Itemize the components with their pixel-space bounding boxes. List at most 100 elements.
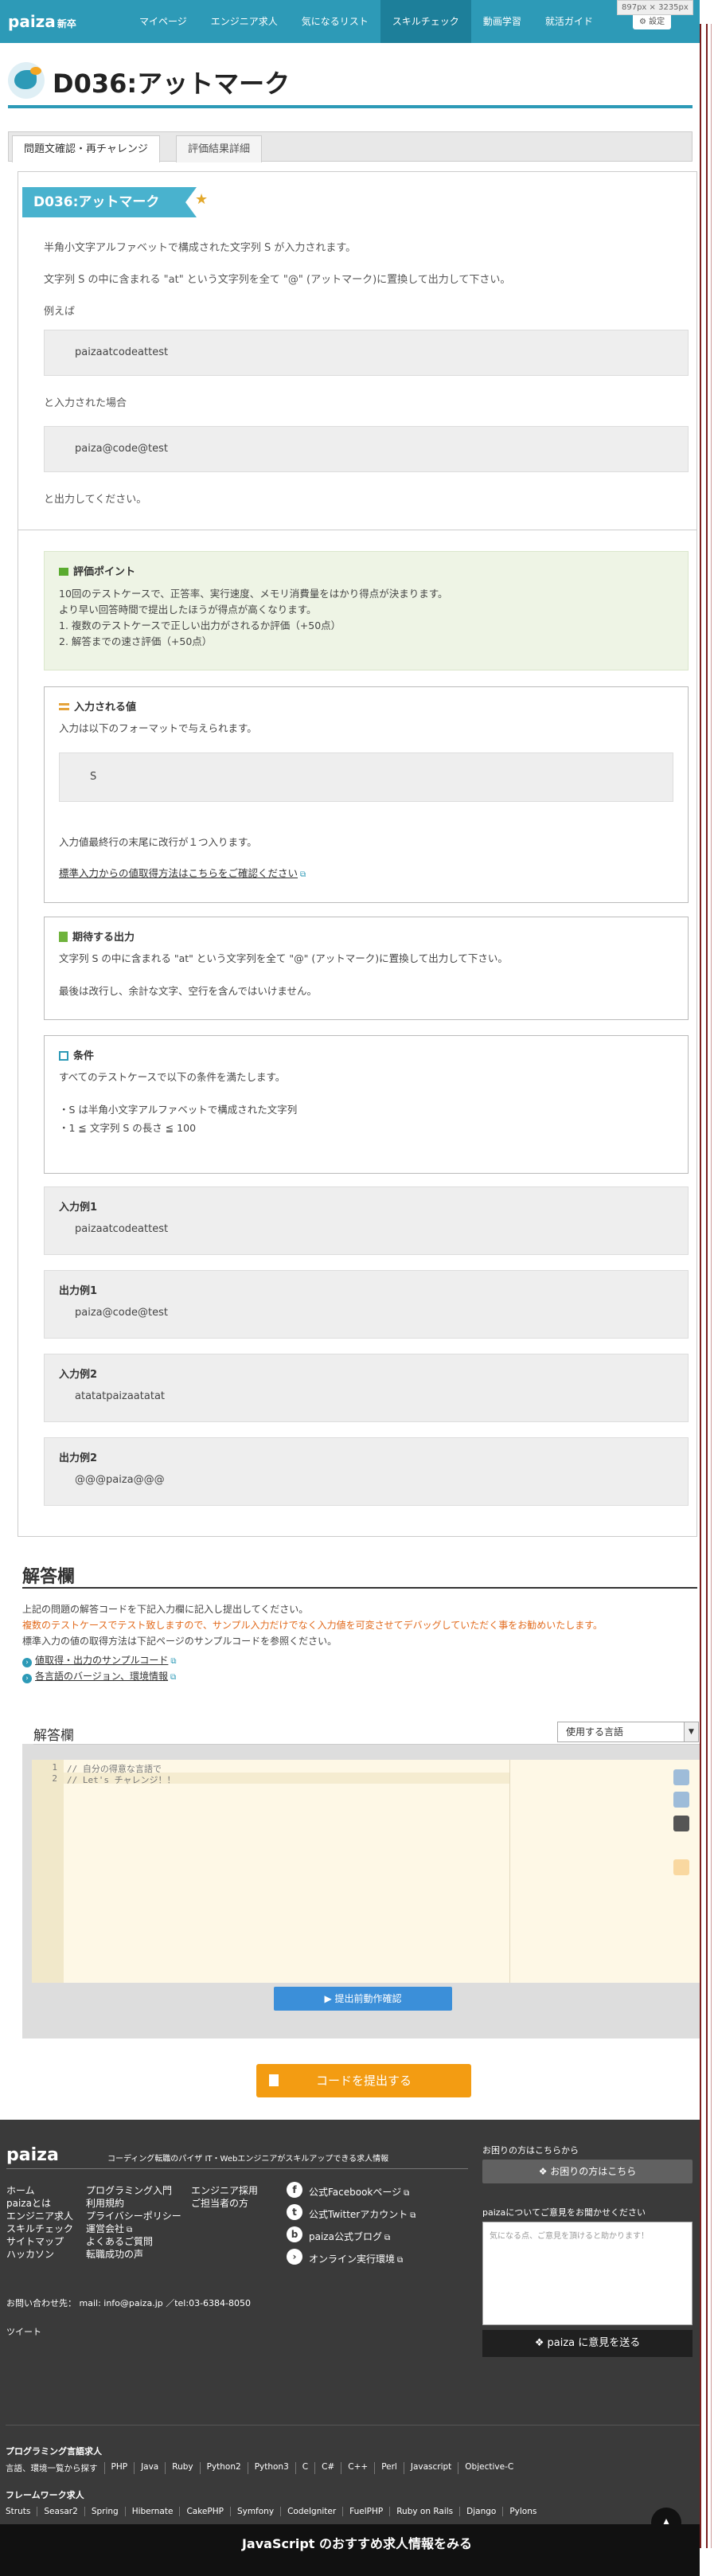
framework-link[interactable]: CakePHP	[179, 2507, 230, 2516]
footer-link-faq[interactable]: よくあるご質問	[86, 2234, 153, 2248]
input-method-link[interactable]: 標準入力からの値取得方法はこちらをご確認ください ⧉	[59, 865, 673, 880]
scrollbar-track[interactable]	[700, 24, 701, 2548]
footer-contact: お問い合わせ先： mail: info@paiza.jp ／tel:03-638…	[6, 2298, 251, 2308]
language-select[interactable]: 使用する言語 ▼	[557, 1722, 699, 1742]
framework-link[interactable]: FuelPHP	[342, 2507, 389, 2516]
zoom-in-icon[interactable]	[673, 1769, 689, 1785]
star-icon[interactable]: ★	[195, 191, 208, 208]
footer-link-recruit-contact[interactable]: ご担当者の方	[191, 2196, 248, 2210]
js-jobs-banner[interactable]: JavaScript のおすすめ求人情報をみる	[0, 2524, 714, 2576]
editor-divider	[33, 1744, 700, 1745]
nav-item-jobs[interactable]: エンジニア求人	[199, 0, 290, 43]
footer-link-skillcheck[interactable]: スキルチェック	[6, 2222, 73, 2235]
lang-link[interactable]: Perl	[374, 2462, 404, 2474]
lang-link[interactable]: Objective-C	[458, 2462, 520, 2474]
footer-link-sitemap[interactable]: サイトマップ	[6, 2234, 64, 2248]
lang-link[interactable]: Javascript	[403, 2462, 458, 2474]
footer-link-intro[interactable]: プログラミング入門	[86, 2183, 172, 2197]
footer-link-success[interactable]: 転職成功の声	[86, 2247, 143, 2261]
framework-link[interactable]: Symfony	[229, 2507, 280, 2516]
footer-link-terms[interactable]: 利用規約	[86, 2196, 124, 2210]
blog-icon: b	[287, 2226, 302, 2242]
code-editor[interactable]	[64, 1760, 700, 1983]
lang-link[interactable]: Java	[134, 2462, 165, 2474]
lang-version-link[interactable]: › 各言語のバージョン、環境情報 ⧉	[22, 1669, 176, 1683]
lang-link[interactable]: C	[295, 2462, 314, 2474]
send-feedback-button[interactable]: ❖ paiza に意見を送る	[482, 2330, 693, 2357]
nav-item-watchlist[interactable]: 気になるリスト	[290, 0, 380, 43]
nav-item-skillcheck[interactable]: スキルチェック	[380, 0, 471, 43]
tab-bar: 問題文確認・再チャレンジ 評価結果詳細	[8, 131, 693, 162]
lang-link[interactable]: Python3	[247, 2462, 295, 2474]
cond-title: 条件	[59, 1047, 673, 1062]
line-number: 1	[52, 1762, 57, 1773]
list-icon	[59, 703, 69, 710]
nav-item-mypage[interactable]: マイページ	[127, 0, 199, 43]
footer-link-privacy[interactable]: プライバシーポリシー	[86, 2209, 181, 2222]
framework-link[interactable]: Pylons	[502, 2507, 543, 2516]
lang-link[interactable]: Ruby	[165, 2462, 199, 2474]
framework-jobs-row: Struts Seasar2 Spring Hibernate CakePHP …	[6, 2507, 543, 2516]
framework-link[interactable]: Ruby on Rails	[389, 2507, 459, 2516]
footer-link-hackathon[interactable]: ハッカソン	[6, 2247, 54, 2261]
tab-eval-detail[interactable]: 評価結果詳細	[176, 135, 263, 162]
scrollbar-track[interactable]	[706, 24, 708, 2548]
footer-tagline: コーディング転職のパイザ IT・Webエンジニアがスキルアップできる求人情報	[107, 2155, 389, 2164]
framework-link[interactable]: Hibernate	[124, 2507, 180, 2516]
twitter-icon: t	[287, 2204, 302, 2220]
framework-link[interactable]: CodeIgniter	[280, 2507, 342, 2516]
input-format-box: S	[59, 752, 673, 802]
answer-text-3: 標準入力の値の取得方法は下記ページのサンプルコードを参照ください。	[22, 1636, 337, 1647]
help-button[interactable]: ❖ お困りの方はこちら	[482, 2160, 693, 2183]
input-note: 入力値最終行の末尾に改行が１つ入ります。	[59, 836, 257, 848]
flag-icon	[59, 568, 68, 576]
lang-link[interactable]: Python2	[199, 2462, 248, 2474]
eval-line: 10回のテストケースで、正答率、実行速度、メモリ消費量をはかり得点が決まります。	[59, 588, 448, 600]
framework-link[interactable]: Spring	[84, 2507, 125, 2516]
lang-link[interactable]: C++	[341, 2462, 374, 2474]
example-value: @@@paiza@@@	[75, 1474, 165, 1486]
blog-link[interactable]: paiza公式ブログ ⧉	[309, 2230, 390, 2243]
tab-problem[interactable]: 問題文確認・再チャレンジ	[12, 135, 160, 162]
lang-link[interactable]: PHP	[103, 2462, 135, 2474]
input-desc: 入力は以下のフォーマットで与えられます。	[59, 722, 257, 734]
submit-code-button[interactable]: コードを提出する	[256, 2064, 471, 2097]
footer-link-home[interactable]: ホーム	[6, 2183, 35, 2197]
print-margin	[509, 1760, 510, 1983]
run-test-button[interactable]: ▶ 提出前動作確認	[274, 1987, 452, 2011]
runtime-icon: ›	[287, 2249, 302, 2265]
paiza-logo[interactable]: paiza 新卒	[8, 12, 76, 31]
example-input-box: paizaatcodeattest	[44, 330, 689, 376]
lang-link[interactable]: C#	[314, 2462, 341, 2474]
framework-link[interactable]: Seasar2	[37, 2507, 84, 2516]
eval-line: 2. 解答までの速さ評価（+50点）	[59, 635, 213, 647]
example-value: paizaatcodeattest	[75, 1223, 169, 1235]
lang-link[interactable]: 言語、環境一覧から探す	[6, 2462, 104, 2474]
eval-title: 評価ポイント	[59, 563, 673, 578]
fullscreen-icon[interactable]	[673, 1859, 689, 1875]
footer-link-jobs[interactable]: エンジニア求人	[6, 2209, 73, 2222]
sample-code-link[interactable]: › 値取得・出力のサンプルコード ⧉	[22, 1653, 177, 1667]
footer-link-recruit[interactable]: エンジニア採用	[191, 2183, 258, 2197]
input-section: 入力される値 入力は以下のフォーマットで与えられます。 S 入力値最終行の末尾に…	[44, 686, 689, 903]
nav-item-guide[interactable]: 就活ガイド	[533, 0, 605, 43]
footer-link-company[interactable]: 運営会社 ⧉	[86, 2222, 132, 2235]
framework-link[interactable]: Django	[459, 2507, 502, 2516]
lang-jobs-title: プログラミング言語求人	[6, 2446, 102, 2457]
code-line: // Let's チャレンジ！！	[67, 1775, 176, 1785]
facebook-link[interactable]: 公式Facebookページ ⧉	[309, 2185, 409, 2199]
footer-link-about[interactable]: paizaとは	[6, 2196, 51, 2210]
zoom-out-icon[interactable]	[673, 1792, 689, 1808]
footer-divider	[6, 2425, 706, 2426]
theme-toggle-icon[interactable]	[673, 1816, 689, 1831]
feedback-textarea[interactable]: 気になる点、ご意見を頂けると助かります！	[482, 2222, 693, 2325]
footer-logo[interactable]: paiza	[6, 2145, 59, 2165]
nav-item-video[interactable]: 動画学習	[471, 0, 533, 43]
tweet-button[interactable]: ツイート	[6, 2325, 41, 2338]
runtime-link[interactable]: オンライン実行環境 ⧉	[309, 2252, 403, 2265]
facebook-icon: f	[287, 2182, 302, 2198]
page-title: D036:アットマーク	[53, 68, 291, 99]
twitter-link[interactable]: 公式Twitterアカウント ⧉	[309, 2207, 416, 2221]
framework-link[interactable]: Struts	[6, 2507, 37, 2516]
chevron-down-icon: ▼	[684, 1722, 698, 1741]
